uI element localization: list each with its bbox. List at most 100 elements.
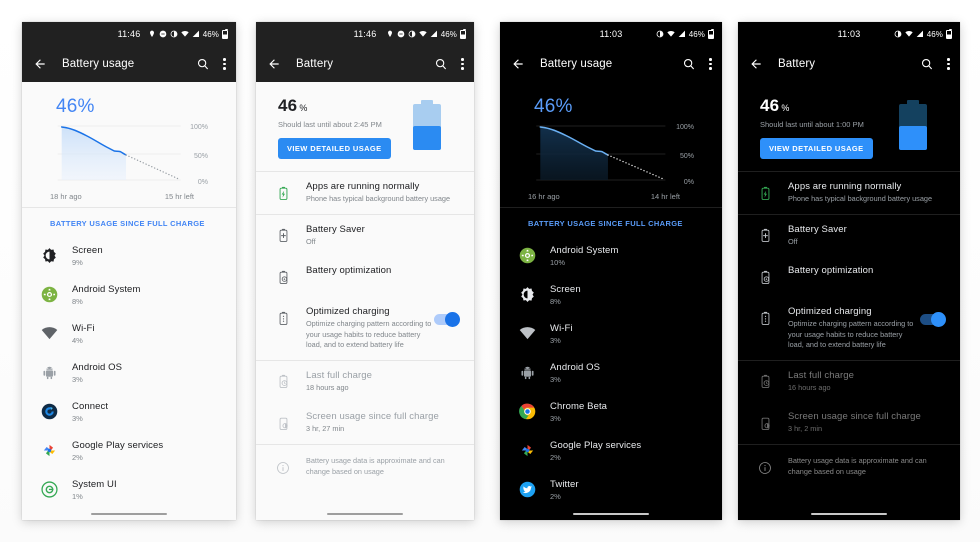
app-usage-row[interactable]: Android System 8% xyxy=(22,275,236,314)
app-usage-row[interactable]: Chrome Beta 3% xyxy=(500,392,722,431)
chart-x-start: 16 hr ago xyxy=(528,192,560,201)
app-usage-row[interactable]: Android System 10% xyxy=(500,236,722,275)
home-indicator[interactable] xyxy=(327,512,403,515)
status-bar: 11:03 46% xyxy=(500,22,722,46)
app-usage-row[interactable]: Android OS 3% xyxy=(22,353,236,392)
optimized-charging-toggle[interactable] xyxy=(920,311,946,327)
search-icon[interactable] xyxy=(195,56,211,72)
battery-level-value: 46 xyxy=(278,96,298,115)
view-detailed-usage-button[interactable]: VIEW DETAILED USAGE xyxy=(278,138,391,159)
setting-subtitle: Phone has typical background battery usa… xyxy=(788,194,933,203)
app-usage-row[interactable]: Google Play services 2% xyxy=(22,431,236,470)
battery-level: 46% xyxy=(278,96,410,116)
app-usage-text: Android OS 3% xyxy=(550,362,600,384)
home-indicator[interactable] xyxy=(811,512,887,515)
app-usage-row[interactable]: Wi-Fi 4% xyxy=(22,314,236,353)
app-bar: Battery usage xyxy=(22,46,236,82)
app-usage-row[interactable]: Screen 8% xyxy=(500,275,722,314)
system-ui-icon xyxy=(38,479,60,501)
app-usage-row[interactable]: Connect 3% xyxy=(22,392,236,431)
setting-row-optimized-charging[interactable]: Optimized charging Optimize charging pat… xyxy=(256,297,474,360)
setting-row-apps-status[interactable]: Apps are running normally Phone has typi… xyxy=(738,172,960,214)
setting-row-battery-saver[interactable]: Battery Saver Off xyxy=(256,215,474,257)
screen-body[interactable]: 46% xyxy=(500,82,722,520)
home-indicator[interactable] xyxy=(91,512,167,515)
battery-note: Battery usage data is approximate and ca… xyxy=(738,445,960,490)
cellular-signal-icon xyxy=(678,30,685,37)
search-icon[interactable] xyxy=(681,56,697,72)
home-indicator[interactable] xyxy=(573,512,649,515)
optimized-charging-icon xyxy=(754,307,776,329)
app-usage-row[interactable]: Wi-Fi 3% xyxy=(500,314,722,353)
app-usage-row[interactable]: Twitter 2% xyxy=(500,470,722,509)
last-charge-icon xyxy=(272,371,294,393)
android-system-icon xyxy=(516,245,538,267)
back-arrow-icon[interactable] xyxy=(748,56,764,72)
app-usage-text: Android OS 3% xyxy=(72,362,122,384)
app-usage-row[interactable]: System UI 1% xyxy=(22,470,236,509)
battery-estimate: Should last until about 1:00 PM xyxy=(760,120,864,129)
setting-title: Apps are running normally xyxy=(306,181,420,192)
setting-row-optimized-charging[interactable]: Optimized charging Optimize charging pat… xyxy=(738,297,960,360)
setting-title: Battery optimization xyxy=(788,265,874,277)
setting-text: Optimized charging Optimize charging pat… xyxy=(306,306,434,351)
battery-note-text: Battery usage data is approximate and ca… xyxy=(306,456,445,476)
app-usage-row[interactable]: Android OS 3% xyxy=(500,353,722,392)
status-bar: 11:46 46% xyxy=(256,22,474,46)
android-os-icon xyxy=(516,362,538,384)
setting-row-screen-usage[interactable]: Screen usage since full charge 3 hr, 27 … xyxy=(256,402,474,444)
battery-chart-card: 46% xyxy=(500,82,722,207)
setting-row-screen-usage[interactable]: Screen usage since full charge 3 hr, 2 m… xyxy=(738,402,960,444)
chart-y-axis: 100% 50% 0% xyxy=(668,122,694,188)
app-usage-row[interactable]: Screen 9% xyxy=(22,236,236,275)
view-detailed-usage-button[interactable]: VIEW DETAILED USAGE xyxy=(760,138,873,159)
app-usage-text: Android System 8% xyxy=(72,284,140,306)
app-percent: 2% xyxy=(550,452,561,462)
chart-x-end: 14 hr left xyxy=(650,192,680,201)
setting-title: Battery Saver xyxy=(306,223,365,235)
setting-row-last-full-charge[interactable]: Last full charge 16 hours ago xyxy=(738,361,960,403)
do-not-disturb-icon xyxy=(159,30,167,38)
setting-row-battery-optimization[interactable]: Battery optimization xyxy=(256,256,474,297)
app-percent: 10% xyxy=(550,257,566,267)
back-arrow-icon[interactable] xyxy=(32,56,48,72)
setting-title: Battery optimization xyxy=(306,265,392,277)
location-icon xyxy=(387,30,392,37)
overflow-menu-icon[interactable] xyxy=(223,58,226,70)
back-arrow-icon[interactable] xyxy=(266,56,282,72)
app-percent: 1% xyxy=(72,491,83,501)
search-icon[interactable] xyxy=(919,56,935,72)
app-usage-text: Google Play services 2% xyxy=(72,440,163,462)
setting-title: Last full charge xyxy=(306,369,373,381)
app-name: Screen xyxy=(550,283,581,295)
setting-row-last-full-charge[interactable]: Last full charge 18 hours ago xyxy=(256,361,474,403)
app-percent: 3% xyxy=(72,413,83,423)
app-usage-row[interactable]: Google Play services 2% xyxy=(500,431,722,470)
setting-text: Battery optimization xyxy=(306,265,462,276)
screen-body[interactable]: 46% xyxy=(22,82,236,520)
back-arrow-icon[interactable] xyxy=(510,56,526,72)
battery-summary-text: 46% Should last until about 2:45 PM VIEW… xyxy=(256,96,410,159)
setting-text: Battery Saver Off xyxy=(306,224,462,248)
last-charge-icon xyxy=(754,371,776,393)
app-usage-text: Screen 9% xyxy=(72,245,103,267)
setting-row-battery-optimization[interactable]: Battery optimization xyxy=(738,256,960,297)
screen-body[interactable]: 46% Should last until about 2:45 PM VIEW… xyxy=(256,82,474,520)
setting-row-battery-saver[interactable]: Battery Saver Off xyxy=(738,215,960,257)
setting-text: Apps are running normally Phone has typi… xyxy=(306,181,462,205)
battery-note: Battery usage data is approximate and ca… xyxy=(256,445,474,490)
optimized-charging-toggle[interactable] xyxy=(434,311,460,327)
status-bar-icons: 46% xyxy=(656,28,714,39)
setting-subtitle: Optimize charging pattern according to y… xyxy=(788,319,914,350)
setting-row-apps-status[interactable]: Apps are running normally Phone has typi… xyxy=(256,172,474,214)
setting-title: Last full charge xyxy=(788,369,855,381)
app-usage-text: Wi-Fi 3% xyxy=(550,323,573,345)
overflow-menu-icon[interactable] xyxy=(709,58,712,70)
overflow-menu-icon[interactable] xyxy=(947,58,950,70)
screen-body[interactable]: 46% Should last until about 1:00 PM VIEW… xyxy=(738,82,960,520)
app-percent: 2% xyxy=(72,452,83,462)
search-icon[interactable] xyxy=(433,56,449,72)
overflow-menu-icon[interactable] xyxy=(461,58,464,70)
app-name: Android OS xyxy=(550,361,601,373)
phone-screenshot-1: 11:46 46% Battery usage 46% 100% 50% 0% … xyxy=(22,22,236,520)
